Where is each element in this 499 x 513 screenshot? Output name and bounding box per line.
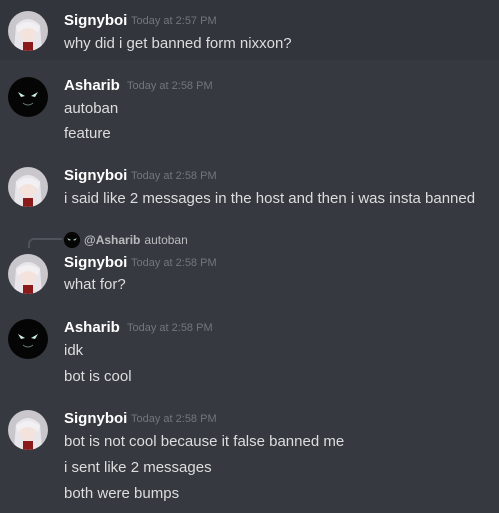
reply-mention[interactable]: @Asharib bbox=[84, 233, 140, 247]
reply-avatar bbox=[64, 232, 80, 248]
message-timestamp: Today at 2:57 PM bbox=[131, 15, 217, 27]
message-text: i sent like 2 messages bbox=[64, 459, 212, 476]
user-avatar[interactable] bbox=[8, 410, 48, 450]
user-avatar[interactable] bbox=[8, 319, 48, 359]
reply-connector bbox=[28, 238, 62, 248]
message-author[interactable]: Signyboi bbox=[64, 410, 127, 427]
message-timestamp: Today at 2:58 PM bbox=[127, 80, 213, 92]
message-timestamp: Today at 2:58 PM bbox=[131, 170, 217, 182]
message-text: what for? bbox=[64, 276, 126, 293]
user-avatar[interactable] bbox=[8, 11, 48, 51]
user-avatar[interactable] bbox=[8, 254, 48, 294]
reply-preview[interactable]: @Asharib autoban bbox=[64, 232, 188, 248]
message-author[interactable]: Signyboi bbox=[64, 12, 127, 29]
user-avatar[interactable] bbox=[8, 77, 48, 117]
message-text: i said like 2 messages in the host and t… bbox=[64, 190, 476, 207]
message-author[interactable]: Signyboi bbox=[64, 167, 127, 184]
message-author[interactable]: Signyboi bbox=[64, 254, 127, 271]
reply-text: autoban bbox=[144, 233, 188, 247]
message-author[interactable]: Asharib bbox=[64, 77, 120, 94]
message-timestamp: Today at 2:58 PM bbox=[131, 413, 217, 425]
message-timestamp: Today at 2:58 PM bbox=[127, 322, 213, 334]
message-text: autoban bbox=[64, 100, 119, 117]
message-timestamp: Today at 2:58 PM bbox=[131, 257, 217, 269]
message-text: why did i get banned form nixxon? bbox=[64, 35, 292, 52]
user-avatar[interactable] bbox=[8, 167, 48, 207]
message-author[interactable]: Asharib bbox=[64, 319, 120, 336]
message-text: idk bbox=[64, 342, 84, 359]
message-text: bot is cool bbox=[64, 368, 132, 385]
message-text: both were bumps bbox=[64, 485, 180, 502]
message-text: bot is not cool because it false banned … bbox=[64, 433, 345, 450]
message-text: feature bbox=[64, 125, 111, 142]
